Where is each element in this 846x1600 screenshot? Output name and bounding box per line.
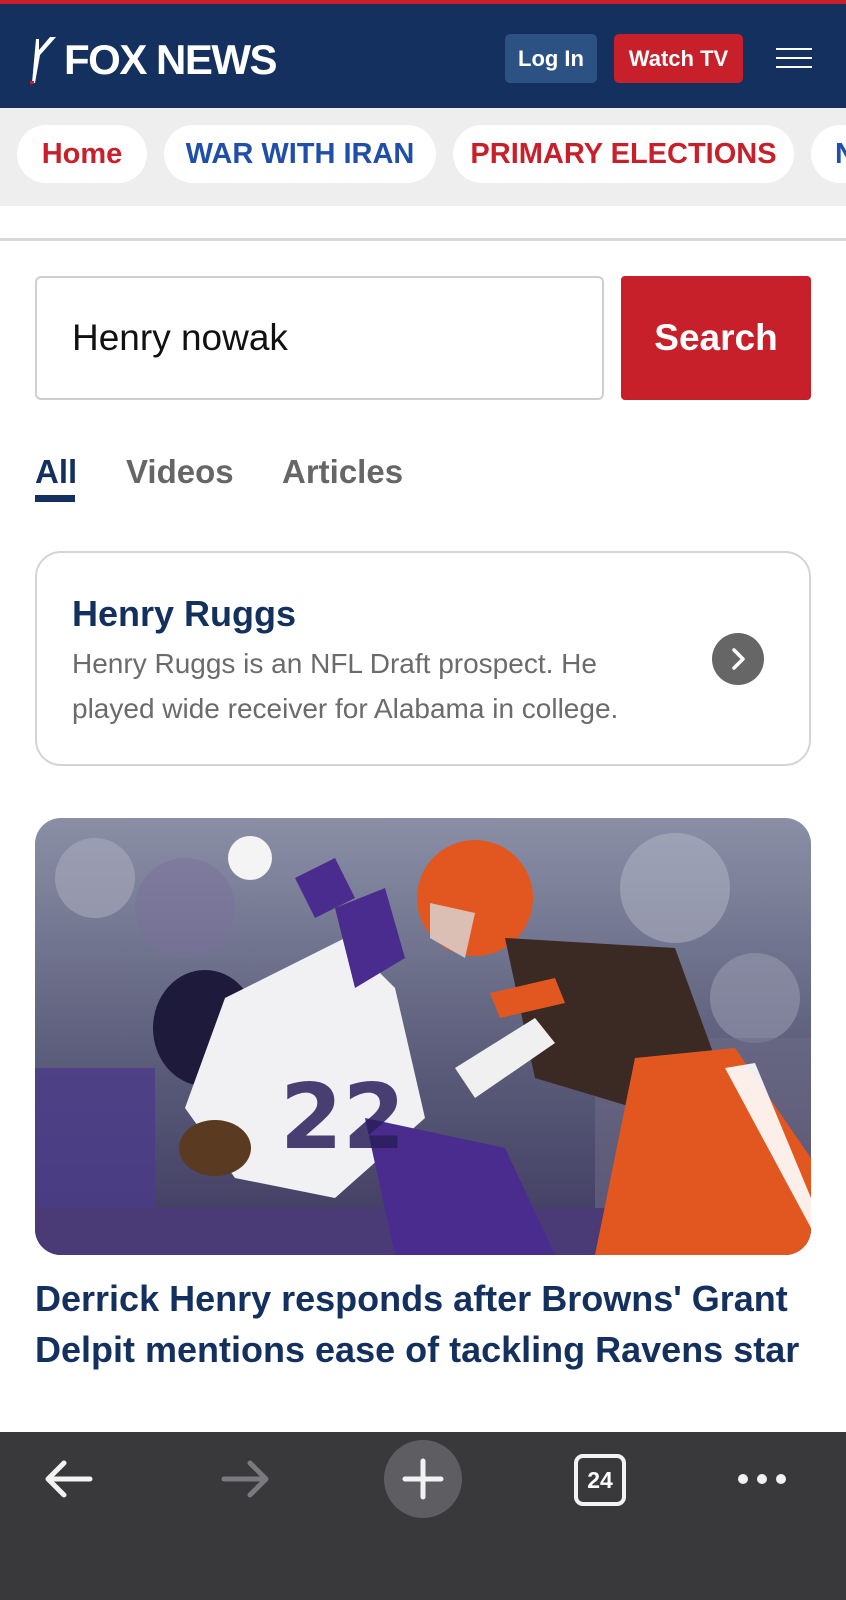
svg-text:22: 22 — [280, 1065, 405, 1170]
watch-tv-button[interactable]: Watch TV — [614, 34, 743, 83]
nav-pill-primary-elections[interactable]: PRIMARY ELECTIONS — [453, 125, 794, 183]
tab-videos[interactable]: Videos — [126, 453, 234, 491]
topic-card[interactable]: Henry Ruggs Henry Ruggs is an NFL Draft … — [35, 551, 811, 766]
browser-toolbar: 24 — [0, 1432, 846, 1600]
nav-pill-partial[interactable]: N — [811, 125, 846, 183]
nav-pill-home[interactable]: Home — [17, 125, 147, 183]
new-tab-button[interactable] — [384, 1440, 462, 1518]
tab-all[interactable]: All — [35, 453, 77, 491]
article-headline[interactable]: Derrick Henry responds after Browns' Gra… — [35, 1273, 825, 1375]
chevron-right-icon[interactable] — [712, 633, 764, 685]
fox-logo-icon — [26, 35, 62, 85]
tab-active-indicator — [35, 495, 75, 502]
back-arrow-icon[interactable] — [42, 1458, 94, 1505]
more-options-icon[interactable] — [736, 1472, 788, 1491]
section-nav: Home WAR WITH IRAN PRIMARY ELECTIONS N — [0, 108, 846, 206]
forward-arrow-icon[interactable] — [220, 1458, 272, 1505]
tab-articles[interactable]: Articles — [282, 453, 403, 491]
menu-icon[interactable] — [776, 48, 812, 70]
login-button[interactable]: Log In — [505, 34, 597, 83]
topic-card-description: Henry Ruggs is an NFL Draft prospect. He… — [72, 648, 619, 724]
search-button[interactable]: Search — [621, 276, 811, 400]
tab-switcher-button[interactable]: 24 — [574, 1454, 626, 1506]
divider — [0, 238, 846, 241]
logo-text: FOX NEWS — [64, 36, 278, 83]
search-input[interactable] — [35, 276, 604, 400]
fox-news-logo[interactable]: FOX NEWS — [26, 34, 278, 86]
topic-card-title: Henry Ruggs — [72, 593, 297, 634]
article-image[interactable]: 22 — [35, 818, 811, 1255]
site-header: FOX NEWS Log In Watch TV — [0, 0, 846, 108]
nav-pill-war-with-iran[interactable]: WAR WITH IRAN — [164, 125, 436, 183]
